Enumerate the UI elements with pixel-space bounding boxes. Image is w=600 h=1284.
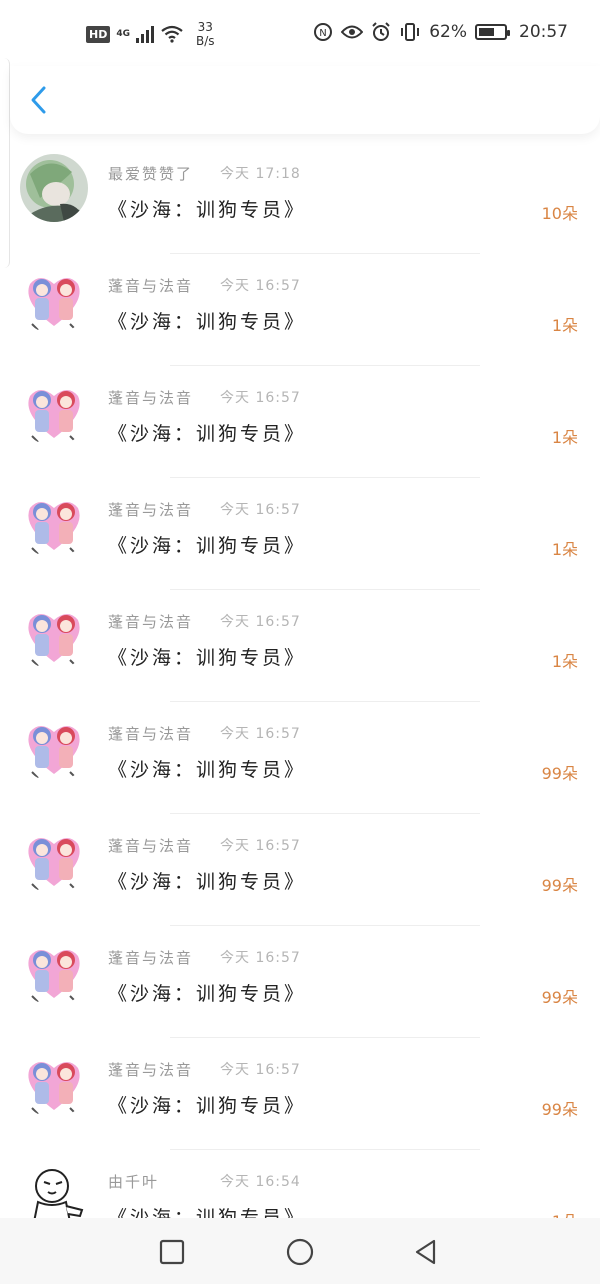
list-item[interactable]: 蓬音与法音 今天 16:57 《沙海：训狗专员》 1朵 <box>0 478 600 590</box>
gift-title: 《沙海：训狗专员》 <box>108 535 307 557</box>
send-time: 今天 16:57 <box>220 726 301 742</box>
alarm-icon <box>372 22 390 41</box>
list-item[interactable]: 蓬音与法音 今天 16:57 《沙海：训狗专员》 1朵 <box>0 590 600 702</box>
sender-name: 蓬音与法音 <box>108 277 194 295</box>
status-bar: HD 4G 33 B/s N 62% 20:57 <box>0 0 600 66</box>
home-button[interactable] <box>284 1236 316 1268</box>
sender-name: 蓬音与法音 <box>108 949 194 967</box>
list-item[interactable]: 蓬音与法音 今天 16:57 《沙海：训狗专员》 1朵 <box>0 366 600 478</box>
list-item[interactable]: 蓬音与法音 今天 16:57 《沙海：训狗专员》 99朵 <box>0 814 600 926</box>
sender-name: 蓬音与法音 <box>108 837 194 855</box>
eye-icon <box>341 25 364 39</box>
top-header <box>10 66 600 134</box>
gift-count: 1朵 <box>551 428 578 447</box>
send-time: 今天 17:18 <box>220 166 301 182</box>
gift-count: 10朵 <box>541 204 578 223</box>
sender-name: 蓬音与法音 <box>108 725 194 743</box>
status-right: N 62% 20:57 <box>313 22 568 42</box>
wifi-icon <box>160 25 184 43</box>
avatar[interactable] <box>20 602 88 670</box>
send-time: 今天 16:57 <box>220 390 301 406</box>
send-time: 今天 16:54 <box>220 1174 301 1190</box>
list-item[interactable]: 蓬音与法音 今天 16:57 《沙海：训狗专员》 99朵 <box>0 702 600 814</box>
hd-badge: HD <box>86 25 111 43</box>
gift-title: 《沙海：训狗专员》 <box>108 423 307 445</box>
gift-title: 《沙海：训狗专员》 <box>108 311 307 333</box>
gift-count: 1朵 <box>552 1208 578 1218</box>
list-item[interactable]: 蓬音与法音 今天 16:57 《沙海：训狗专员》 1朵 <box>0 254 600 366</box>
avatar[interactable] <box>20 154 88 222</box>
gift-title: 《沙海：训狗专员》 <box>108 759 307 781</box>
list-item[interactable]: 蓬音与法音 今天 16:57 《沙海：训狗专员》 99朵 <box>0 1038 600 1150</box>
gift-count: 1朵 <box>551 316 578 335</box>
clock: 20:57 <box>519 22 568 42</box>
send-time: 今天 16:57 <box>220 278 301 294</box>
send-time: 今天 16:57 <box>220 614 301 630</box>
gift-count: 99朵 <box>541 1100 578 1119</box>
battery-percent: 62% <box>429 22 467 42</box>
gift-count: 99朵 <box>541 764 578 783</box>
sender-name: 蓬音与法音 <box>108 1061 194 1079</box>
network-speed: 33 B/s <box>196 20 215 48</box>
chevron-left-icon <box>31 86 46 114</box>
list-item[interactable]: 由千叶 今天 16:54 《沙海：训狗专员》 1朵 <box>0 1150 600 1218</box>
speed-unit: B/s <box>196 34 215 48</box>
gift-record-list[interactable]: 最爱赞赞了 今天 17:18 《沙海：训狗专员》 10朵 蓬音与法音 今天 16:57 《沙… <box>0 142 600 1218</box>
gift-title: 《沙海：训狗专员》 <box>108 647 307 669</box>
square-recent-icon <box>159 1239 185 1265</box>
send-time: 今天 16:57 <box>220 1062 301 1078</box>
gift-title: 《沙海：训狗专员》 <box>108 983 307 1005</box>
avatar[interactable] <box>20 490 88 558</box>
sender-name: 由千叶 <box>108 1173 160 1191</box>
avatar[interactable] <box>20 378 88 446</box>
screen: HD 4G 33 B/s N 62% 20:57 最爱赞赞了 今天 17:18 … <box>0 0 600 1284</box>
send-time: 今天 16:57 <box>220 502 301 518</box>
gift-count: 99朵 <box>541 988 578 1007</box>
send-time: 今天 16:57 <box>220 838 301 854</box>
gift-title: 《沙海：训狗专员》 <box>108 871 307 893</box>
recent-apps-button[interactable] <box>156 1236 188 1268</box>
gift-title: 《沙海：训狗专员》 <box>108 1095 307 1117</box>
battery-icon <box>475 24 510 40</box>
gift-count: 1朵 <box>551 652 578 671</box>
signal-icon <box>136 25 154 43</box>
avatar[interactable] <box>20 938 88 1006</box>
avatar[interactable] <box>20 714 88 782</box>
battery-fill <box>479 28 494 36</box>
sender-name: 蓬音与法音 <box>108 501 194 519</box>
avatar[interactable] <box>20 826 88 894</box>
triangle-back-icon <box>415 1239 436 1265</box>
back-nav-button[interactable] <box>410 1236 442 1268</box>
avatar[interactable] <box>20 266 88 334</box>
gift-title: 《沙海：训狗专员》 <box>108 1207 307 1218</box>
gift-count: 99朵 <box>541 876 578 895</box>
svg-text:N: N <box>319 28 326 39</box>
sender-name: 蓬音与法音 <box>108 389 194 407</box>
network-type: 4G <box>116 28 130 39</box>
back-button[interactable] <box>20 82 56 118</box>
circle-home-icon <box>286 1238 314 1266</box>
avatar[interactable] <box>20 1050 88 1118</box>
send-time: 今天 16:57 <box>220 950 301 966</box>
speed-value: 33 <box>197 20 213 34</box>
sender-name: 蓬音与法音 <box>108 613 194 631</box>
list-item[interactable]: 蓬音与法音 今天 16:57 《沙海：训狗专员》 99朵 <box>0 926 600 1038</box>
vibrate-icon <box>401 23 420 41</box>
sender-name: 最爱赞赞了 <box>108 165 194 183</box>
list-item[interactable]: 最爱赞赞了 今天 17:18 《沙海：训狗专员》 10朵 <box>0 142 600 254</box>
status-left: HD 4G 33 B/s <box>86 20 215 48</box>
gift-title: 《沙海：训狗专员》 <box>108 199 307 221</box>
gift-count: 1朵 <box>551 540 578 559</box>
system-navbar <box>0 1218 600 1284</box>
avatar[interactable] <box>20 1162 88 1218</box>
nfc-icon: N <box>314 23 333 41</box>
